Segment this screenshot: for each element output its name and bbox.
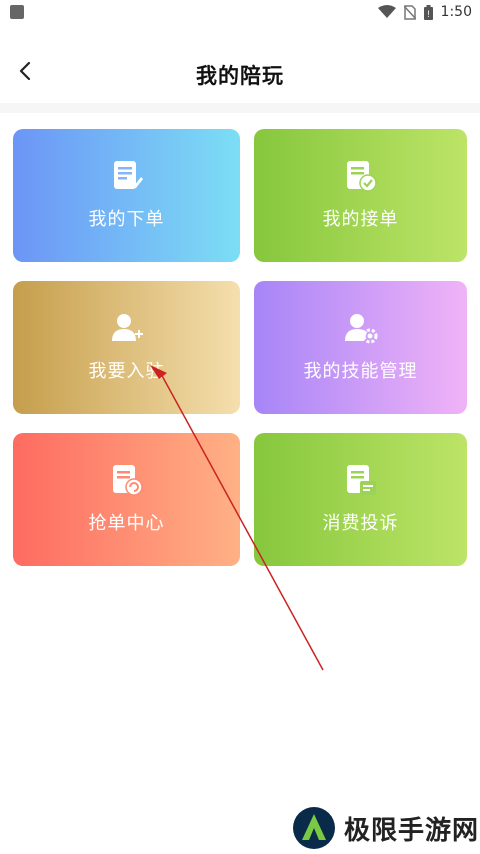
join-card[interactable]: 我要入驻 [13,281,240,414]
skill-management-card[interactable]: 我的技能管理 [254,281,467,414]
chevron-left-icon [18,61,32,85]
status-time: 1:50 [440,4,472,20]
watermark: 极限手游网 [292,806,479,850]
page-title: 我的陪玩 [196,64,284,88]
navigation-bar: 我的陪玩 [0,48,480,102]
document-complaint-icon [344,463,378,497]
user-gear-icon [344,311,378,345]
battery-icon: ! [423,4,433,20]
my-orders-card[interactable]: 我的下单 [13,129,240,262]
status-bar: ! 1:50 [0,0,480,24]
document-refresh-icon [110,463,144,497]
document-check-icon [344,159,378,193]
watermark-text: 极限手游网 [344,815,480,846]
back-button[interactable] [10,58,40,88]
my-orders-label: 我的下单 [88,209,165,230]
user-add-icon [110,311,144,345]
document-icon [110,159,144,193]
menu-grid: 我的下单 我的接单 我要入驻 我的技能管理 抢单中心 消费投诉 [13,129,467,566]
complaint-card[interactable]: 消费投诉 [254,433,467,566]
grab-order-center-card[interactable]: 抢单中心 [13,433,240,566]
no-sim-icon [403,4,416,20]
watermark-logo-icon [292,806,336,850]
complaint-label: 消费投诉 [322,513,399,534]
svg-text:!: ! [427,9,430,19]
my-accepted-orders-card[interactable]: 我的接单 [254,129,467,262]
skill-management-label: 我的技能管理 [303,361,418,382]
header-divider [0,103,480,113]
wifi-icon [377,5,396,19]
my-accepted-orders-label: 我的接单 [322,209,399,230]
join-label: 我要入驻 [88,361,165,382]
grab-order-center-label: 抢单中心 [88,513,165,534]
notification-icon [10,5,24,19]
